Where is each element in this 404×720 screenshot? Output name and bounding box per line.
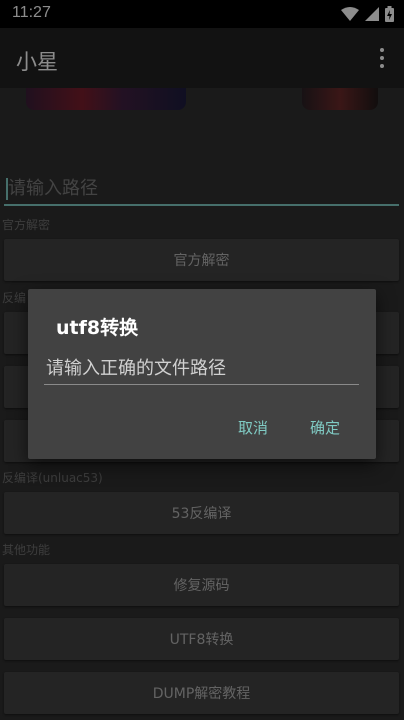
confirm-button[interactable]: 确定: [310, 417, 340, 438]
cancel-button[interactable]: 取消: [238, 417, 268, 438]
file-path-input[interactable]: [44, 353, 359, 385]
app-screen: 11:27 小星 官方解密 官方解密 反编 反编译: [0, 0, 404, 720]
dialog-title: utf8转换: [56, 317, 139, 339]
utf8-dialog: utf8转换 取消 确定: [28, 289, 376, 459]
